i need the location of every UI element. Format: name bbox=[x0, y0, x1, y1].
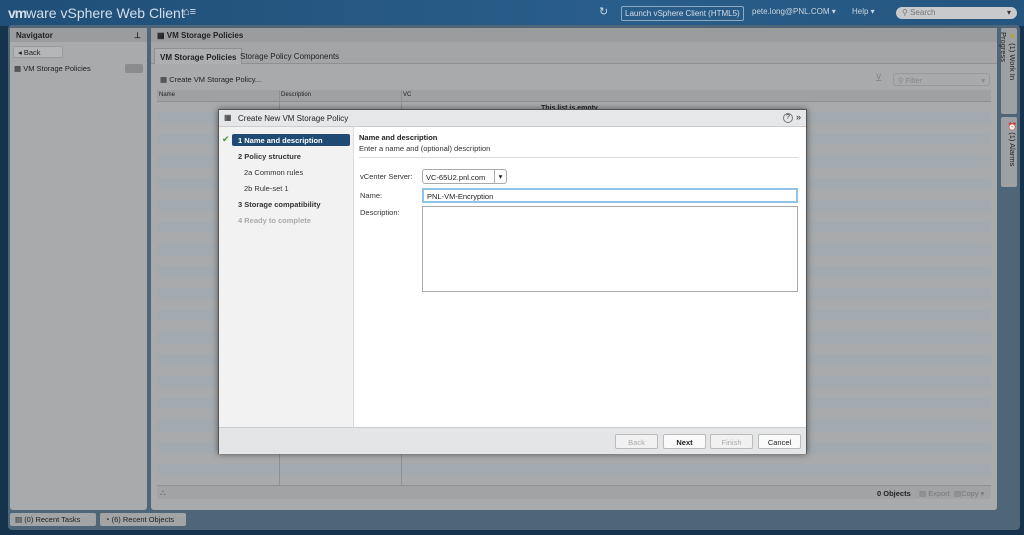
recent-tasks-tab[interactable]: ▤ (0) Recent Tasks bbox=[10, 513, 96, 526]
export-icon: ▤ bbox=[919, 489, 927, 498]
description-textarea[interactable] bbox=[422, 206, 798, 292]
recent-objects-tab[interactable]: ◔ (6) Recent Objects bbox=[100, 513, 186, 526]
create-policy-dialog: ▦ Create New VM Storage Policy ? » ✔ 1 N… bbox=[218, 109, 807, 454]
work-in-progress-tab[interactable]: ✎ (1) Work In Progress bbox=[999, 28, 1017, 114]
storage-policy-icon: ▦ bbox=[14, 64, 22, 73]
dialog-title: ▦ Create New VM Storage Policy ? » bbox=[219, 110, 806, 127]
home-menu-icon[interactable]: ⌂≡ bbox=[183, 6, 196, 18]
nav-item-vm-storage-policies[interactable]: ▦ VM Storage Policies bbox=[14, 64, 91, 73]
export-button[interactable]: ▤ Export bbox=[919, 489, 950, 498]
storage-policy-icon: ▦ bbox=[224, 113, 232, 122]
chevron-down-icon: ▾ bbox=[1006, 8, 1011, 17]
vmware-logo: vmware vSphere Web Client bbox=[8, 5, 185, 21]
tab-storage-policy-components[interactable]: Storage Policy Components bbox=[235, 48, 344, 64]
next-button[interactable]: Next bbox=[663, 434, 706, 449]
finish-button[interactable]: Finish bbox=[710, 434, 753, 449]
column-header-description[interactable]: Description bbox=[281, 92, 311, 98]
chevron-down-icon: ▾ bbox=[981, 76, 985, 85]
alarms-tab[interactable]: ⏰ (1) Alarms bbox=[1001, 117, 1017, 187]
history-icon: ◔ bbox=[105, 515, 110, 524]
help-menu[interactable]: Help ▾ bbox=[852, 7, 875, 16]
storage-policy-icon: ▦ bbox=[157, 31, 165, 40]
step-policy-structure[interactable]: 2 Policy structure bbox=[232, 150, 350, 162]
section-subtitle: Enter a name and (optional) description bbox=[359, 144, 491, 153]
table-footer: ⛬ 0 Objects ▤ Export ▤Copy ▾ bbox=[157, 485, 991, 499]
refresh-icon[interactable]: ↻ bbox=[599, 5, 608, 18]
name-label: Name: bbox=[360, 191, 383, 200]
create-policy-button[interactable]: ▦ Create VM Storage Policy... bbox=[160, 75, 261, 84]
vcenter-select[interactable]: VC-65U2.pnl.com ▾ bbox=[422, 169, 507, 184]
tab-vm-storage-policies[interactable]: VM Storage Policies bbox=[154, 48, 243, 64]
dialog-footer: Back Next Finish Cancel bbox=[219, 427, 806, 454]
alarm-icon: ⏰ bbox=[1008, 121, 1017, 131]
tasks-icon: ▤ bbox=[15, 515, 23, 524]
step-ready-to-complete: 4 Ready to complete bbox=[238, 216, 311, 225]
section-divider bbox=[359, 157, 799, 158]
step-storage-compatibility[interactable]: 3 Storage compatibility bbox=[232, 198, 350, 210]
pin-icon[interactable]: ⊥ bbox=[134, 31, 141, 40]
name-input[interactable]: PNL-VM-Encryption bbox=[422, 188, 798, 203]
user-menu[interactable]: pete.long@PNL.COM ▾ bbox=[752, 7, 836, 16]
back-button[interactable]: ◂ Back bbox=[13, 46, 63, 58]
check-icon: ✔ bbox=[222, 134, 230, 144]
expand-icon[interactable]: » bbox=[796, 112, 801, 122]
column-header-vc[interactable]: VC bbox=[403, 92, 411, 98]
description-label: Description: bbox=[360, 208, 400, 217]
cancel-button[interactable]: Cancel bbox=[758, 434, 801, 449]
object-count: 0 Objects bbox=[877, 489, 911, 498]
navigator-title: Navigator ⊥ bbox=[10, 28, 147, 42]
back-button[interactable]: Back bbox=[615, 434, 658, 449]
vcenter-label: vCenter Server: bbox=[360, 172, 413, 181]
help-icon[interactable]: ? bbox=[783, 113, 793, 123]
search-input[interactable]: ⚲ Search ▾ bbox=[896, 7, 1017, 19]
section-title: Name and description bbox=[359, 133, 438, 142]
launch-html5-button[interactable]: Launch vSphere Client (HTML5) bbox=[621, 6, 744, 21]
binoculars-icon[interactable]: ⛬ bbox=[160, 488, 166, 498]
right-sidebar: ✎ (1) Work In Progress ⏰ (1) Alarms bbox=[999, 28, 1018, 510]
step-rule-set-1[interactable]: 2b Rule-set 1 bbox=[238, 182, 356, 194]
clear-filter-icon[interactable]: ⊻ bbox=[875, 73, 882, 84]
top-bar: vmware vSphere Web Client ⌂≡ ↻ Launch vS… bbox=[0, 0, 1024, 26]
copy-button[interactable]: ▤Copy ▾ bbox=[954, 489, 984, 498]
work-icon: ✎ bbox=[1008, 32, 1017, 41]
page-title: ▦ VM Storage Policies bbox=[151, 28, 997, 42]
filter-input[interactable]: ⚲ Filter ▾ bbox=[893, 73, 990, 86]
nav-item-badge bbox=[125, 64, 143, 73]
search-icon: ⚲ bbox=[902, 8, 911, 17]
create-policy-icon: ▦ bbox=[160, 75, 168, 84]
chevron-down-icon[interactable]: ▾ bbox=[494, 170, 506, 183]
wizard-steps: ✔ 1 Name and description 2 Policy struct… bbox=[219, 127, 354, 427]
column-header-name[interactable]: Name bbox=[159, 92, 175, 98]
step-name-description[interactable]: 1 Name and description bbox=[232, 134, 350, 146]
navigator-panel: Navigator ⊥ ◂ Back ▦ VM Storage Policies bbox=[10, 28, 147, 510]
search-icon: ⚲ bbox=[898, 76, 904, 85]
step-common-rules[interactable]: 2a Common rules bbox=[238, 166, 356, 178]
